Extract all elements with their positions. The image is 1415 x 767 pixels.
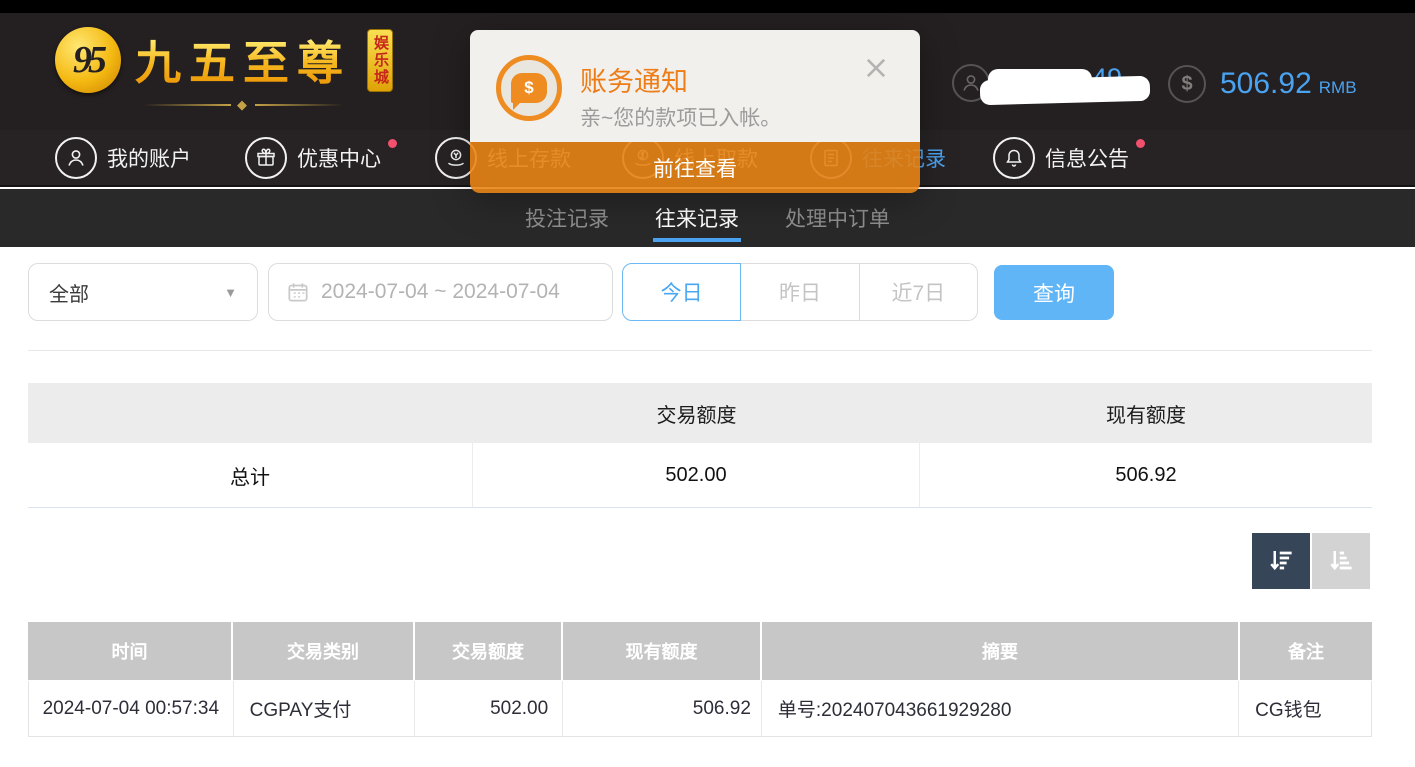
cell-time: 2024-07-04 00:57:34 [29, 681, 234, 736]
account-notice-icon: $ [496, 55, 562, 121]
calendar-icon [285, 279, 311, 305]
nav-label: 信息公告 [1045, 143, 1129, 173]
yesterday-button[interactable]: 昨日 [741, 263, 859, 321]
records-tabs: 投注记录 往来记录 处理中订单 [0, 189, 1415, 247]
close-icon[interactable] [862, 54, 890, 82]
date-range-input[interactable]: 2024-07-04 ~ 2024-07-04 [268, 263, 613, 321]
col-header-current-balance: 现有额度 [563, 622, 762, 680]
last7days-button[interactable]: 近7日 [860, 263, 978, 321]
type-select-value: 全部 [49, 278, 224, 307]
nav-item-my-account[interactable]: 我的账户 [55, 130, 191, 185]
col-header-time: 时间 [28, 622, 233, 680]
go-to-view-button[interactable]: 前往查看 [470, 142, 920, 193]
summary-header-cell: 交易额度 [473, 399, 920, 428]
top-black-strip [0, 0, 1415, 13]
nav-item-announcements[interactable]: 信息公告 [993, 130, 1129, 185]
records-table-header: 时间 交易类别 交易额度 现有额度 摘要 备注 [28, 622, 1372, 680]
sort-descending-icon [1266, 546, 1296, 576]
tab-bet-records[interactable]: 投注记录 [525, 189, 609, 247]
col-header-transaction-amount: 交易额度 [415, 622, 563, 680]
button-label: 昨日 [779, 277, 821, 307]
query-button[interactable]: 查询 [994, 265, 1114, 320]
col-header-transaction-type: 交易类别 [233, 622, 415, 680]
button-label: 今日 [661, 277, 703, 307]
notification-message: 亲~您的款项已入帐。 [580, 102, 781, 132]
date-range-value: 2024-07-04 ~ 2024-07-04 [321, 280, 560, 304]
balance-currency: RMB [1319, 78, 1357, 98]
gift-icon [245, 137, 287, 179]
dollar-circle-icon: $ [1168, 65, 1206, 103]
summary-cell-current-balance: 506.92 [920, 443, 1372, 507]
table-row: 2024-07-04 00:57:34 CGPAY支付 502.00 506.9… [28, 681, 1372, 737]
logo-subtitle-badge: 娱乐城 [367, 29, 394, 92]
tab-label: 往来记录 [655, 203, 739, 233]
logo-title: 九五至尊 [135, 27, 351, 93]
quick-date-buttons: 今日 昨日 近7日 [622, 263, 978, 321]
cell-summary: 单号:202407043661929280 [762, 681, 1239, 736]
redaction-blob [988, 69, 1092, 99]
summary-total-row: 总计 502.00 506.92 [28, 443, 1372, 508]
site-logo[interactable]: 95 九五至尊 娱乐城 ◆ [55, 27, 393, 113]
nav-item-promotions[interactable]: 优惠中心 [245, 130, 381, 185]
chevron-down-icon: ▼ [224, 285, 237, 300]
cell-remark: CG钱包 [1239, 681, 1371, 736]
money-chat-bubble-icon: $ [511, 73, 547, 103]
nav-label: 优惠中心 [297, 143, 381, 173]
balance-amount: 506.92 [1220, 67, 1312, 101]
col-header-remark: 备注 [1240, 622, 1372, 680]
sort-ascending-button[interactable] [1312, 533, 1370, 589]
active-tab-underline [653, 238, 741, 242]
cell-transaction-type: CGPAY支付 [234, 681, 416, 736]
notification-dot [1136, 139, 1145, 148]
tab-transaction-records[interactable]: 往来记录 [655, 189, 739, 247]
logo-95-icon: 95 [55, 27, 121, 93]
tab-processing-orders[interactable]: 处理中订单 [785, 189, 890, 247]
type-select[interactable]: 全部 ▼ [28, 263, 258, 321]
cell-transaction-amount: 502.00 [415, 681, 563, 736]
records-table: 时间 交易类别 交易额度 现有额度 摘要 备注 2024-07-04 00:57… [28, 622, 1372, 737]
summary-header-cell: 现有额度 [920, 399, 1372, 428]
col-header-summary: 摘要 [762, 622, 1240, 680]
username-redacted: 49 [996, 65, 1144, 101]
notification-popup: $ 账务通知 亲~您的款项已入帐。 前往查看 [470, 30, 920, 193]
summary-table: 交易额度 现有额度 总计 502.00 506.92 [28, 383, 1372, 508]
sort-ascending-icon [1326, 546, 1356, 576]
sort-descending-button[interactable] [1252, 533, 1310, 589]
notification-dot [388, 139, 397, 148]
summary-table-header: 交易额度 现有额度 [28, 383, 1372, 443]
tab-label: 处理中订单 [785, 203, 890, 233]
notification-title: 账务通知 [580, 60, 688, 99]
tab-label: 投注记录 [525, 203, 609, 233]
bell-icon [993, 137, 1035, 179]
section-divider [28, 350, 1372, 351]
button-label: 近7日 [891, 277, 945, 307]
user-icon [55, 137, 97, 179]
logo-flourish-ornament: ◆ [135, 97, 351, 113]
balance-display[interactable]: $ 506.92 RMB [1168, 64, 1357, 104]
summary-cell-label: 总计 [28, 443, 473, 507]
today-button[interactable]: 今日 [622, 263, 741, 321]
page: 95 九五至尊 娱乐城 ◆ 49 $ [0, 0, 1415, 767]
summary-cell-transaction-amount: 502.00 [473, 443, 920, 507]
nav-label: 我的账户 [107, 143, 191, 173]
notification-card: $ 账务通知 亲~您的款项已入帐。 [470, 30, 920, 142]
cell-current-balance: 506.92 [563, 681, 762, 736]
user-account[interactable]: 49 [952, 63, 1144, 103]
